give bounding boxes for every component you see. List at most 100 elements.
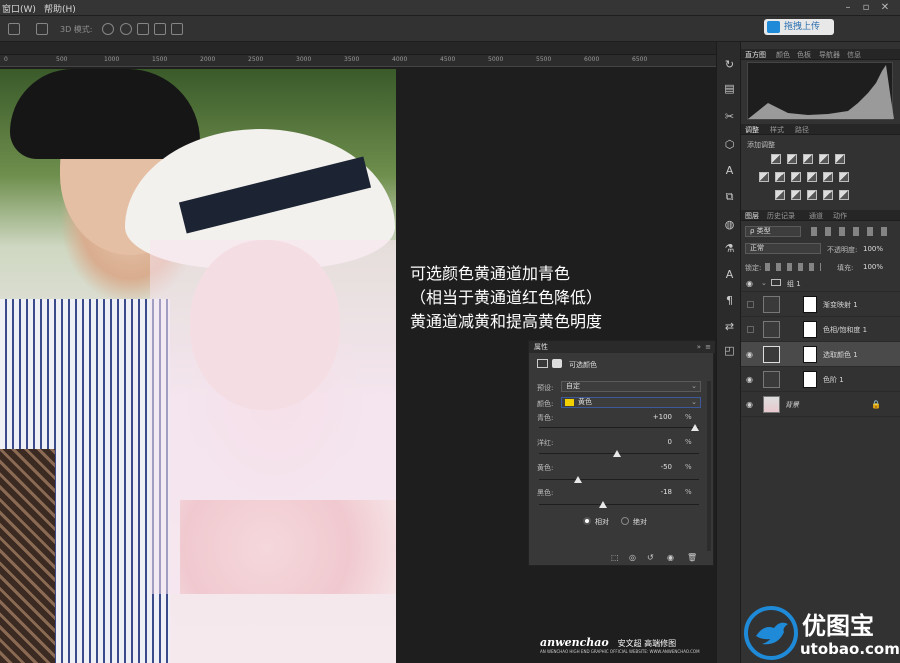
tab-history[interactable]: 历史记录: [767, 211, 795, 221]
maximize-icon[interactable]: ▫: [858, 1, 874, 14]
3d-drag-icon[interactable]: [137, 23, 149, 35]
preset-select[interactable]: 自定 ⌄: [561, 381, 701, 392]
history-icon[interactable]: ↻: [723, 58, 736, 71]
tab-styles[interactable]: 样式: [770, 125, 784, 135]
layer-row[interactable]: ◉ 背景 🔒: [741, 392, 900, 417]
cyan-value[interactable]: +100: [642, 413, 672, 421]
tab-adjustments[interactable]: 调整: [745, 125, 759, 135]
brush-presets-icon[interactable]: ⚗: [723, 242, 736, 255]
layer-row-selected[interactable]: ◉ 选取颜色 1: [741, 342, 900, 367]
magenta-value[interactable]: 0: [642, 438, 672, 446]
tab-navigator[interactable]: 导航器: [819, 50, 840, 60]
black-value[interactable]: -18: [642, 488, 672, 496]
curves-icon[interactable]: [803, 154, 813, 164]
cyan-slider-track[interactable]: [539, 427, 699, 428]
vibrance-icon[interactable]: [835, 154, 845, 164]
eye-icon[interactable]: ◉: [746, 279, 753, 288]
filter-icons[interactable]: [811, 227, 891, 236]
minimize-icon[interactable]: –: [840, 1, 856, 14]
tab-layers[interactable]: 图层: [745, 211, 759, 221]
trash-icon[interactable]: 🗑: [687, 553, 697, 562]
properties-header[interactable]: 属性 » ≡: [529, 341, 715, 353]
adjustments-icon[interactable]: ⇄: [723, 320, 736, 333]
clone-source-icon[interactable]: ⧉: [723, 190, 736, 203]
invert-icon[interactable]: [775, 190, 785, 200]
eye-icon[interactable]: ◉: [746, 400, 753, 409]
3d-scale-icon[interactable]: [171, 23, 183, 35]
3d-rotate-icon[interactable]: [102, 23, 114, 35]
threshold-icon[interactable]: [807, 190, 817, 200]
yellow-slider-knob[interactable]: [574, 476, 582, 483]
hue-saturation-icon[interactable]: [759, 172, 769, 182]
layer-filter-select[interactable]: ρ 类型: [745, 226, 801, 237]
black-slider-track[interactable]: [539, 504, 699, 505]
black-slider-knob[interactable]: [599, 501, 607, 508]
magenta-slider-knob[interactable]: [613, 450, 621, 457]
close-icon[interactable]: ✕: [877, 1, 893, 14]
selective-color-icon[interactable]: [823, 190, 833, 200]
properties-icon[interactable]: ▤: [723, 82, 736, 95]
character-style-icon[interactable]: A: [723, 164, 736, 177]
tab-actions[interactable]: 动作: [833, 211, 847, 221]
3d-slide-icon[interactable]: [154, 23, 166, 35]
properties-panel[interactable]: 属性 » ≡ 可选颜色 预设: 自定 ⌄ 颜色: 黄色 ⌄ 青色: +100 %…: [528, 340, 715, 566]
libraries-icon[interactable]: ◍: [723, 218, 736, 231]
layer-comps-icon[interactable]: ◰: [723, 344, 736, 357]
eye-icon[interactable]: ◉: [746, 350, 753, 359]
tool-presets-icon[interactable]: ✂: [723, 110, 736, 123]
3d-roll-icon[interactable]: [120, 23, 132, 35]
opacity-value[interactable]: 100%: [863, 245, 883, 253]
3d-cube-icon[interactable]: ⬡: [723, 138, 736, 151]
panel-menu-icon[interactable]: ≡: [705, 341, 711, 353]
paragraph-icon[interactable]: ¶: [723, 294, 736, 307]
blend-mode-select[interactable]: 正常: [745, 243, 821, 254]
visibility-off-box[interactable]: [747, 326, 754, 333]
properties-scrollbar[interactable]: [707, 381, 711, 551]
radio-absolute[interactable]: [621, 517, 629, 525]
color-lookup-icon[interactable]: [839, 172, 849, 182]
menu-window[interactable]: 窗口(W): [2, 2, 36, 15]
layer-row[interactable]: 色相/饱和度 1: [741, 317, 900, 342]
collapse-icon[interactable]: »: [697, 341, 701, 353]
brightness-icon[interactable]: [771, 154, 781, 164]
radio-relative[interactable]: [583, 517, 591, 525]
layer-row[interactable]: ◉ 色阶 1: [741, 367, 900, 392]
magenta-unit: %: [685, 438, 692, 446]
channel-mixer-icon[interactable]: [823, 172, 833, 182]
tab-histogram[interactable]: 直方图: [745, 50, 766, 60]
levels-icon[interactable]: [787, 154, 797, 164]
layer-row[interactable]: 渐变映射 1: [741, 292, 900, 317]
gradient-map-icon[interactable]: [839, 190, 849, 200]
visibility-icon[interactable]: ◉: [667, 553, 674, 562]
visibility-off-box[interactable]: [747, 301, 754, 308]
annotation-text: 可选颜色黄通道加青色 （相当于黄通道红色降低） 黄通道减黄和提高黄色明度: [410, 262, 710, 334]
yellow-slider-track[interactable]: [539, 479, 699, 480]
color-balance-icon[interactable]: [775, 172, 785, 182]
tab-paths[interactable]: 路径: [795, 125, 809, 135]
clip-to-layer-icon[interactable]: ⬚: [611, 553, 619, 562]
posterize-icon[interactable]: [791, 190, 801, 200]
chevron-down-icon[interactable]: ⌄: [761, 279, 767, 287]
tab-channels[interactable]: 通道: [809, 211, 823, 221]
tab-color[interactable]: 颜色: [776, 50, 790, 60]
fill-value[interactable]: 100%: [863, 263, 883, 271]
mask-icon[interactable]: [552, 359, 562, 368]
cyan-slider-knob[interactable]: [691, 424, 699, 431]
upload-button[interactable]: 拖拽上传: [764, 19, 834, 35]
color-select[interactable]: 黄色 ⌄: [561, 397, 701, 408]
character-icon[interactable]: A: [723, 268, 736, 281]
align-icon[interactable]: [8, 23, 20, 35]
eye-icon[interactable]: ◉: [746, 375, 753, 384]
layer-group-row[interactable]: ◉ ⌄ 组 1: [741, 276, 900, 292]
yellow-value[interactable]: -50: [642, 463, 672, 471]
tab-info[interactable]: 信息: [847, 50, 861, 60]
reset-icon[interactable]: ↺: [647, 553, 654, 562]
lock-icons[interactable]: [765, 263, 821, 271]
exposure-icon[interactable]: [819, 154, 829, 164]
tab-swatches[interactable]: 色板: [797, 50, 811, 60]
view-previous-icon[interactable]: ◎: [629, 553, 636, 562]
distribute-icon[interactable]: [36, 23, 48, 35]
black-white-icon[interactable]: [791, 172, 801, 182]
menu-help[interactable]: 帮助(H): [44, 2, 76, 15]
photo-filter-icon[interactable]: [807, 172, 817, 182]
